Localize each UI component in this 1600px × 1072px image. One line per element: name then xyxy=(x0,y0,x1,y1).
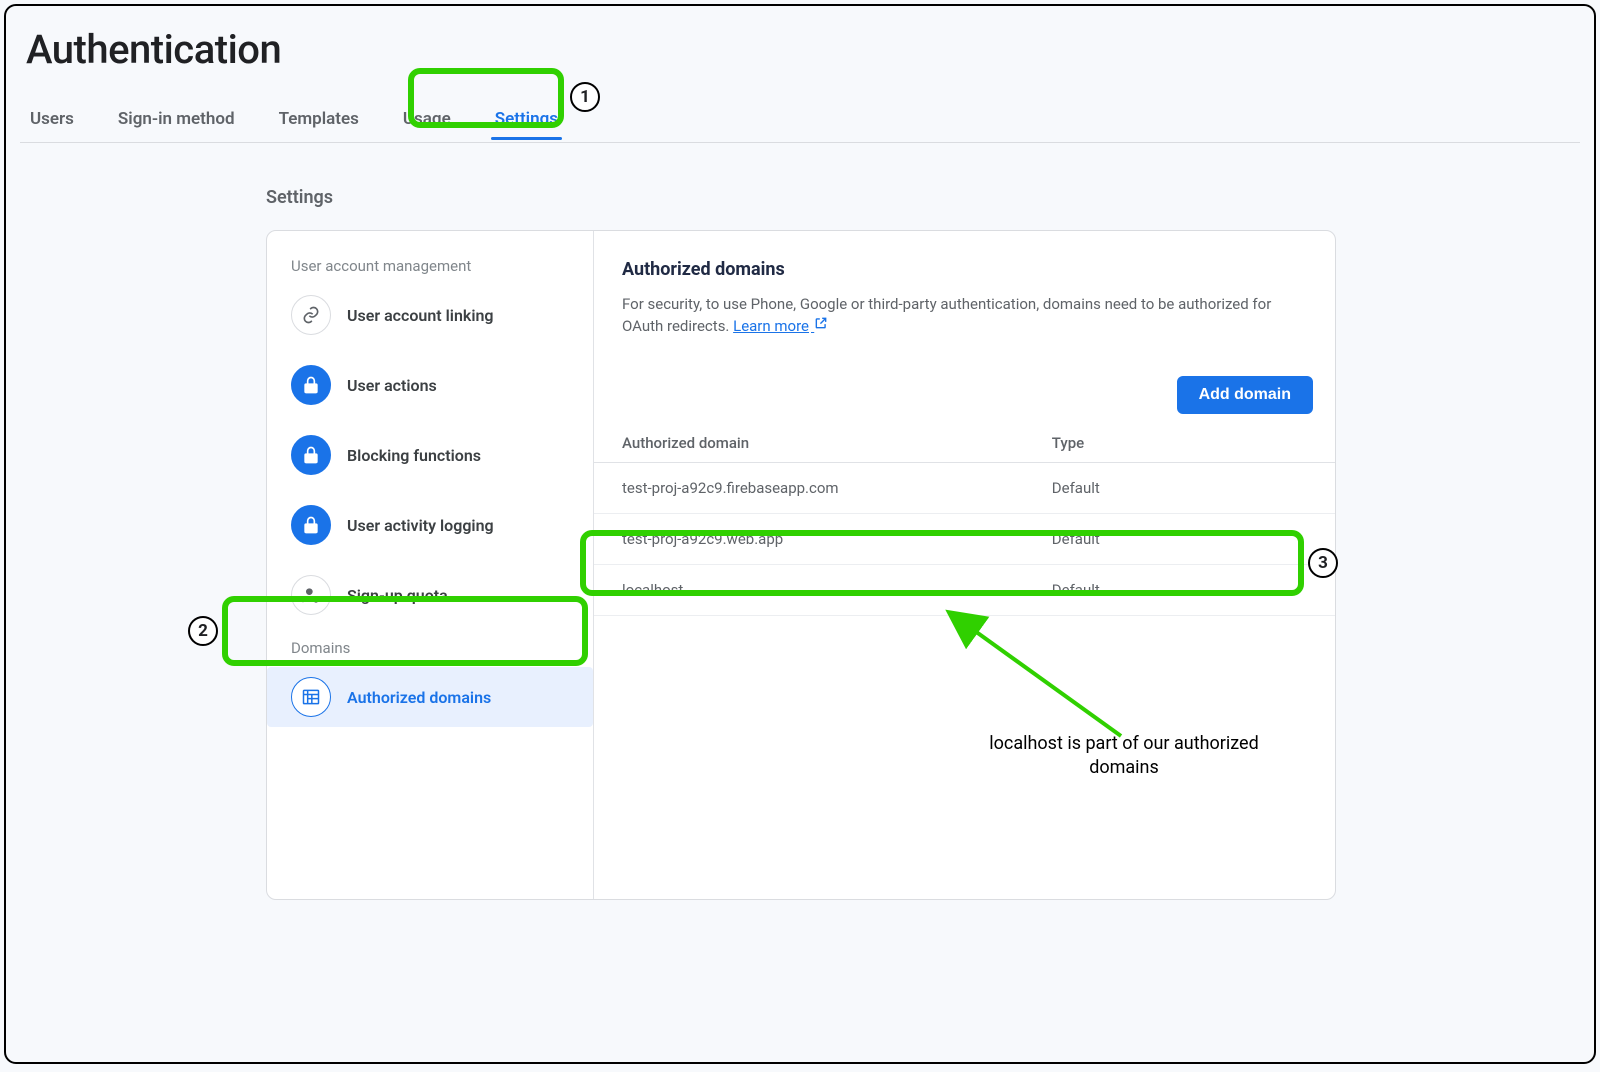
sidebar-item-label: User actions xyxy=(347,376,437,395)
table-row[interactable]: localhost Default xyxy=(594,564,1335,615)
sidebar-group-user: User account management xyxy=(267,253,593,285)
type-cell: Default xyxy=(1024,564,1335,615)
panel-description: For security, to use Phone, Google or th… xyxy=(622,294,1307,338)
column-domain: Authorized domain xyxy=(594,424,1024,463)
panel-desc-text: For security, to use Phone, Google or th… xyxy=(622,295,1271,335)
type-cell: Default xyxy=(1024,462,1335,513)
sidebar-item-label: Blocking functions xyxy=(347,446,481,465)
sidebar-item-signup-quota[interactable]: Sign-up quota xyxy=(267,565,593,625)
sidebar-item-label: Sign-up quota xyxy=(347,586,448,605)
callout-marker-2: 2 xyxy=(188,616,218,646)
settings-heading: Settings xyxy=(266,187,1336,208)
domains-table: Authorized domain Type test-proj-a92c9.f… xyxy=(594,424,1335,616)
app-frame: Authentication Users Sign-in method Temp… xyxy=(4,4,1596,1064)
tab-signin-method[interactable]: Sign-in method xyxy=(114,99,239,139)
tab-usage[interactable]: Usage xyxy=(399,99,455,139)
sidebar-item-label: User account linking xyxy=(347,306,494,325)
settings-card: User account management User account lin… xyxy=(266,230,1336,900)
lock-icon xyxy=(291,435,331,475)
type-cell: Default xyxy=(1024,513,1335,564)
sidebar-item-label: User activity logging xyxy=(347,516,494,535)
add-domain-button[interactable]: Add domain xyxy=(1177,376,1313,414)
settings-section: Settings User account management User ac… xyxy=(266,187,1336,900)
external-link-icon xyxy=(811,319,828,334)
lock-icon xyxy=(291,365,331,405)
tab-users[interactable]: Users xyxy=(26,99,78,139)
table-row[interactable]: test-proj-a92c9.firebaseapp.com Default xyxy=(594,462,1335,513)
user-gear-icon xyxy=(291,575,331,615)
tab-settings[interactable]: Settings xyxy=(491,99,562,139)
panel-title: Authorized domains xyxy=(622,259,1307,280)
link-icon xyxy=(291,295,331,335)
domain-cell: test-proj-a92c9.web.app xyxy=(594,513,1024,564)
sidebar-item-user-actions[interactable]: User actions xyxy=(267,355,593,415)
domain-icon xyxy=(291,677,331,717)
page-title: Authentication xyxy=(26,26,1580,73)
sidebar-item-label: Authorized domains xyxy=(347,688,491,707)
table-row[interactable]: test-proj-a92c9.web.app Default xyxy=(594,513,1335,564)
domain-cell: localhost xyxy=(594,564,1024,615)
column-type: Type xyxy=(1024,424,1335,463)
domain-cell: test-proj-a92c9.firebaseapp.com xyxy=(594,462,1024,513)
sidebar-group-domains: Domains xyxy=(267,635,593,667)
sidebar-item-user-activity-logging[interactable]: User activity logging xyxy=(267,495,593,555)
settings-sidebar: User account management User account lin… xyxy=(267,231,594,899)
sidebar-item-authorized-domains[interactable]: Authorized domains xyxy=(267,667,593,727)
sidebar-item-blocking-functions[interactable]: Blocking functions xyxy=(267,425,593,485)
tab-bar: Users Sign-in method Templates Usage Set… xyxy=(20,95,1580,143)
panel-authorized-domains: Authorized domains For security, to use … xyxy=(594,231,1335,899)
tab-templates[interactable]: Templates xyxy=(275,99,363,139)
annotation-text: localhost is part of our authorized doma… xyxy=(974,732,1274,781)
lock-icon xyxy=(291,505,331,545)
sidebar-item-user-account-linking[interactable]: User account linking xyxy=(267,285,593,345)
learn-more-link[interactable]: Learn more xyxy=(733,317,828,335)
